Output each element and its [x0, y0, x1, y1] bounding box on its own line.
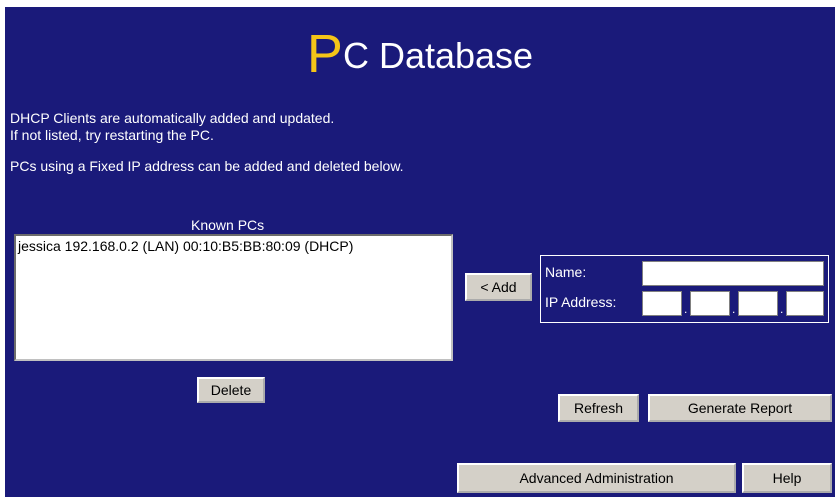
generate-report-button[interactable]: Generate Report	[648, 394, 832, 422]
add-button[interactable]: < Add	[465, 273, 532, 301]
window: PC Database DHCP Clients are automatical…	[0, 0, 838, 502]
ip-octet-3-field[interactable]	[738, 291, 778, 316]
intro-line-3: PCs using a Fixed IP address can be adde…	[10, 158, 404, 174]
known-pcs-label: Known PCs	[191, 217, 265, 233]
ip-separator: .	[780, 302, 784, 316]
list-item[interactable]: jessica 192.168.0.2 (LAN) 00:10:B5:BB:80…	[18, 238, 449, 255]
ip-octet-1-field[interactable]	[642, 291, 682, 316]
title-initial: P	[306, 24, 343, 84]
ip-separator: .	[684, 302, 688, 316]
help-button[interactable]: Help	[742, 463, 832, 493]
ip-address-label: IP Address:	[545, 294, 617, 310]
name-label: Name:	[545, 264, 587, 280]
known-pcs-list[interactable]: jessica 192.168.0.2 (LAN) 00:10:B5:BB:80…	[14, 234, 453, 361]
name-field[interactable]	[642, 261, 824, 286]
advanced-administration-button[interactable]: Advanced Administration	[457, 463, 736, 493]
ip-octet-4-field[interactable]	[786, 291, 824, 316]
ip-octet-2-field[interactable]	[690, 291, 730, 316]
pc-database-panel: PC Database DHCP Clients are automatical…	[5, 7, 835, 497]
add-pc-form: Name: IP Address: . . .	[540, 255, 829, 323]
refresh-button[interactable]: Refresh	[558, 394, 639, 422]
intro-line-2: If not listed, try restarting the PC.	[10, 127, 214, 143]
page-title: PC Database	[5, 23, 835, 85]
intro-line-1: DHCP Clients are automatically added and…	[10, 110, 335, 126]
ip-separator: .	[732, 302, 736, 316]
title-rest: C Database	[342, 35, 534, 76]
delete-button[interactable]: Delete	[197, 377, 265, 403]
